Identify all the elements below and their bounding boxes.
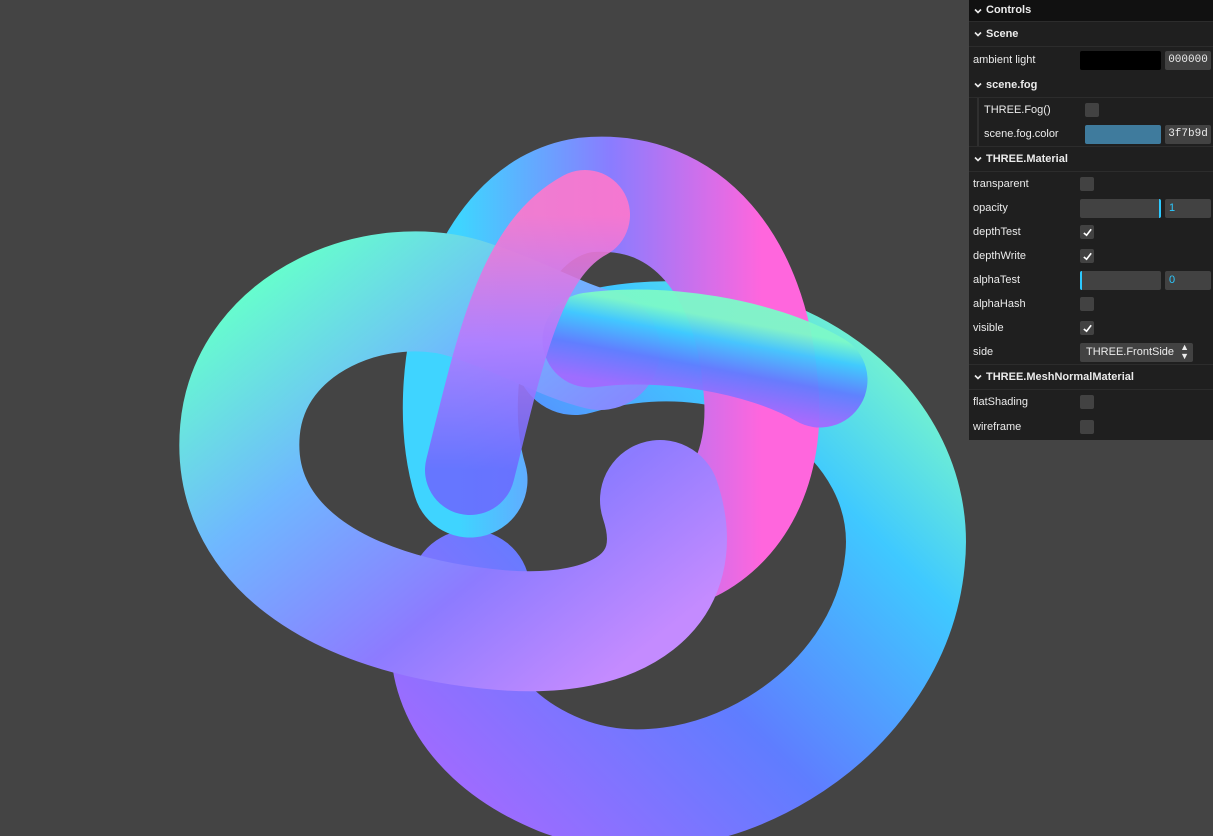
scene-title: Scene xyxy=(986,27,1019,40)
check-icon xyxy=(1082,252,1092,260)
transparent-label: transparent xyxy=(973,178,1029,190)
ambient-light-label: ambient light xyxy=(973,54,1036,66)
depthwrite-checkbox[interactable] xyxy=(1080,249,1094,263)
alphahash-checkbox[interactable] xyxy=(1080,297,1094,311)
chevron-down-icon xyxy=(974,374,982,380)
chevron-down-icon xyxy=(974,31,982,37)
alphahash-label: alphaHash xyxy=(973,298,1026,310)
select-arrows-icon: ▲ ▼ xyxy=(1180,342,1189,361)
depthwrite-label: depthWrite xyxy=(973,250,1026,262)
flatshading-label: flatShading xyxy=(973,396,1029,408)
fog-color-row: scene.fog.color 3f7b9d xyxy=(980,122,1213,146)
fog-folder-content: THREE.Fog() scene.fog.color 3f7b9d xyxy=(977,98,1213,146)
depthtest-label: depthTest xyxy=(973,226,1021,238)
opacity-label: opacity xyxy=(973,202,1008,214)
depthtest-row: depthTest xyxy=(969,220,1213,244)
fog-toggle-label: THREE.Fog() xyxy=(984,104,1051,116)
depthwrite-row: depthWrite xyxy=(969,244,1213,268)
material-title: THREE.Material xyxy=(986,152,1068,165)
normal-material-title: THREE.MeshNormalMaterial xyxy=(986,370,1134,383)
opacity-row: opacity 1 xyxy=(969,196,1213,220)
visible-label: visible xyxy=(973,322,1004,334)
alphahash-row: alphaHash xyxy=(969,292,1213,316)
ambient-light-row: ambient light 000000 xyxy=(969,47,1213,73)
wireframe-row: wireframe xyxy=(969,414,1213,440)
fog-color-hex[interactable]: 3f7b9d xyxy=(1165,124,1211,144)
fog-toggle-row: THREE.Fog() xyxy=(980,98,1213,122)
check-icon xyxy=(1082,324,1092,332)
opacity-input[interactable]: 1 xyxy=(1165,198,1211,218)
controls-folder-title[interactable]: Controls xyxy=(969,0,1213,22)
opacity-slider-handle[interactable] xyxy=(1159,198,1161,218)
alphatest-label: alphaTest xyxy=(973,274,1021,286)
depthtest-checkbox[interactable] xyxy=(1080,225,1094,239)
transparent-checkbox[interactable] xyxy=(1080,177,1094,191)
opacity-slider[interactable] xyxy=(1080,198,1161,218)
fog-color-label: scene.fog.color xyxy=(984,128,1059,140)
controls-title: Controls xyxy=(986,4,1032,16)
side-select-value: THREE.FrontSide xyxy=(1086,346,1175,358)
normal-material-folder-title[interactable]: THREE.MeshNormalMaterial xyxy=(969,364,1213,390)
wireframe-checkbox[interactable] xyxy=(1080,420,1094,434)
transparent-row: transparent xyxy=(969,172,1213,196)
visible-row: visible xyxy=(969,316,1213,340)
controls-panel: Controls Scene ambient light 000000 scen… xyxy=(969,0,1213,440)
side-select[interactable]: THREE.FrontSide ▲ ▼ xyxy=(1080,342,1193,362)
knot-tube-cross xyxy=(542,289,868,428)
alphatest-slider-handle[interactable] xyxy=(1080,270,1082,290)
alphatest-input[interactable]: 0 xyxy=(1165,270,1211,290)
check-icon xyxy=(1082,228,1092,236)
ambient-light-hex[interactable]: 000000 xyxy=(1165,50,1211,70)
wireframe-label: wireframe xyxy=(973,421,1022,433)
side-row: side THREE.FrontSide ▲ ▼ xyxy=(969,340,1213,364)
alphatest-slider[interactable] xyxy=(1080,270,1161,290)
ambient-light-swatch[interactable] xyxy=(1080,50,1161,70)
chevron-down-icon xyxy=(974,8,982,14)
visible-checkbox[interactable] xyxy=(1080,321,1094,335)
scene-folder-title[interactable]: Scene xyxy=(969,22,1213,47)
flatshading-checkbox[interactable] xyxy=(1080,395,1094,409)
material-folder-title[interactable]: THREE.Material xyxy=(969,146,1213,172)
alphatest-row: alphaTest 0 xyxy=(969,268,1213,292)
fog-checkbox[interactable] xyxy=(1085,103,1099,117)
chevron-down-icon xyxy=(974,156,982,162)
fog-title: scene.fog xyxy=(986,79,1038,91)
fog-folder-title[interactable]: scene.fog xyxy=(969,73,1213,98)
chevron-down-icon xyxy=(974,82,982,88)
side-label: side xyxy=(973,346,994,358)
fog-color-swatch[interactable] xyxy=(1085,124,1161,144)
flatshading-row: flatShading xyxy=(969,390,1213,414)
